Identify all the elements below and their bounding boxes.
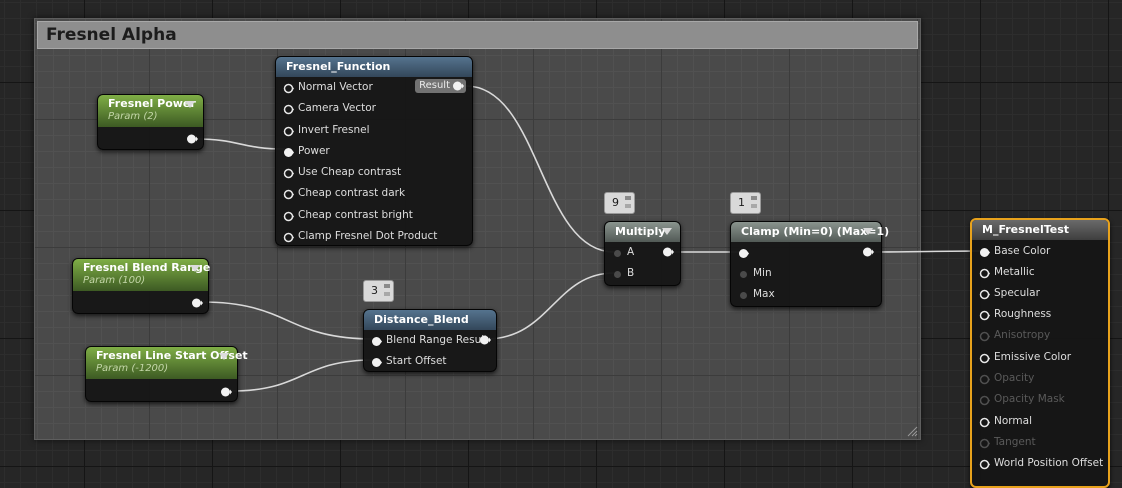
pin-empty-icon[interactable] [979,459,990,470]
pin-filled-icon[interactable] [452,80,464,92]
pin-empty-icon[interactable] [979,417,990,428]
clamp-counter[interactable]: 1 [730,192,761,214]
fresnel-line-start-subtitle: Param (-1200) [96,363,169,374]
pin-emissive-color[interactable]: Emissive Color [972,348,1108,368]
pin-clamp-fresnel-dot[interactable]: Clamp Fresnel Dot Product [276,227,472,247]
pin-empty-icon[interactable] [979,310,990,321]
collapse-arrow-icon[interactable] [219,353,229,360]
distance-blend-counter[interactable]: 3 [363,280,394,302]
pin-empty-icon[interactable] [283,104,294,115]
fresnel-line-start-header[interactable]: Fresnel Line Start Offset Param (-1200) [86,347,248,379]
pin-normal[interactable]: Normal [972,412,1108,432]
pin-filled-icon[interactable] [220,386,232,398]
pin-filled-icon[interactable] [738,248,749,259]
pin-cheap-contrast-dark[interactable]: Cheap contrast dark [276,184,472,204]
resize-grip-icon[interactable] [906,425,918,437]
pin-empty-icon[interactable] [979,353,990,364]
collapse-arrow-icon[interactable] [662,228,672,235]
pin-filled-icon[interactable] [662,246,674,258]
pin-clamp-min[interactable]: Min [731,264,881,284]
pin-clamp-input[interactable] [731,243,881,263]
distance-blend-title: Distance_Blend [374,313,469,326]
pin-filled-icon[interactable] [186,133,198,145]
pin-start-offset[interactable]: Start Offset [364,352,496,372]
pin-world-position-offset[interactable]: World Position Offset [972,454,1108,474]
pin-disabled-icon [979,438,990,449]
pin-roughness[interactable]: Roughness [972,305,1108,325]
fresnel-blend-range-subtitle: Param (100) [83,275,146,286]
fresnel-function-node[interactable]: Fresnel_Function Normal Vector Result Ca… [275,56,473,246]
distance-blend-header[interactable]: Distance_Blend [364,310,496,330]
pin-filled-icon[interactable] [371,357,382,368]
pin-disabled-icon [979,395,990,406]
pin-filled-icon[interactable] [283,147,294,158]
clamp-node[interactable]: Clamp (Min=0) (Max=1) Min Max [730,221,889,307]
pin-cheap-contrast-bright[interactable]: Cheap contrast bright [276,206,472,226]
fresnel-blend-range-node[interactable]: Fresnel Blend Range Param (100) [72,258,210,314]
multiply-counter[interactable]: 9 [604,192,635,214]
pin-dim-icon[interactable] [612,248,623,259]
pin-base-color[interactable]: Base Color [972,242,1108,262]
pin-dim-icon[interactable] [738,269,749,280]
pin-use-cheap-contrast[interactable]: Use Cheap contrast [276,163,472,183]
clamp-header[interactable]: Clamp (Min=0) (Max=1) [731,222,889,242]
pin-power[interactable]: Power [276,142,472,162]
pin-filled-icon[interactable] [371,336,382,347]
fresnel-function-header[interactable]: Fresnel_Function [276,57,472,77]
pin-filled-icon[interactable] [479,334,491,346]
comment-title: Fresnel Alpha [46,25,177,45]
pin-clamp-max[interactable]: Max [731,285,881,305]
pin-empty-icon[interactable] [283,232,294,243]
collapse-arrow-icon[interactable] [863,228,873,235]
collapse-arrow-icon[interactable] [185,101,195,108]
fresnel-function-title: Fresnel_Function [286,60,391,73]
multiply-header[interactable]: Multiply [605,222,680,242]
pin-empty-icon[interactable] [283,211,294,222]
collapse-arrow-icon[interactable] [190,265,200,272]
material-output-title: M_FresnelTest [982,223,1070,236]
pin-disabled-icon [979,331,990,342]
material-output-node[interactable]: M_FresnelTest Base Color Metallic Specul… [970,218,1110,488]
fresnel-line-start-node[interactable]: Fresnel Line Start Offset Param (-1200) [85,346,248,402]
pin-invert-fresnel[interactable]: Invert Fresnel [276,121,472,141]
pin-opacity: Opacity [972,369,1108,389]
pin-filled-icon[interactable] [979,247,990,258]
pin-empty-icon[interactable] [283,189,294,200]
pin-disabled-icon [979,374,990,385]
fresnel-blend-range-header[interactable]: Fresnel Blend Range Param (100) [73,259,210,291]
pin-filled-icon[interactable] [862,246,874,258]
pin-opacity-mask: Opacity Mask [972,390,1108,410]
pin-dim-icon[interactable] [612,269,623,280]
pin-empty-icon[interactable] [283,168,294,179]
pin-normal-vector[interactable]: Normal Vector Result [276,78,472,98]
fresnel-power-subtitle: Param (2) [108,111,158,122]
pin-camera-vector[interactable]: Camera Vector [276,99,472,119]
pin-empty-icon[interactable] [283,126,294,137]
pin-dim-icon[interactable] [738,290,749,301]
multiply-title: Multiply [615,225,666,238]
pin-filled-icon[interactable] [191,297,203,309]
fresnel-power-header[interactable]: Fresnel Power Param (2) [98,95,203,127]
fresnel-power-title: Fresnel Power [108,97,196,110]
pin-empty-icon[interactable] [979,289,990,300]
pin-multiply-a[interactable]: A [605,243,680,263]
pin-tangent: Tangent [972,433,1108,453]
fresnel-power-node[interactable]: Fresnel Power Param (2) [97,94,204,150]
pin-specular[interactable]: Specular [972,284,1108,304]
pin-empty-icon[interactable] [979,268,990,279]
distance-blend-node[interactable]: Distance_Blend Blend Range Result Start … [363,309,497,372]
pin-blend-range-result[interactable]: Blend Range Result [364,331,496,351]
comment-header[interactable]: Fresnel Alpha [37,21,918,49]
result-output-tag[interactable]: Result [415,79,466,93]
multiply-node[interactable]: Multiply A B [604,221,681,286]
pin-metallic[interactable]: Metallic [972,263,1108,283]
pin-multiply-b[interactable]: B [605,264,680,284]
material-output-header[interactable]: M_FresnelTest [972,220,1108,240]
pin-empty-icon[interactable] [283,83,294,94]
pin-anisotropy: Anisotropy [972,326,1108,346]
